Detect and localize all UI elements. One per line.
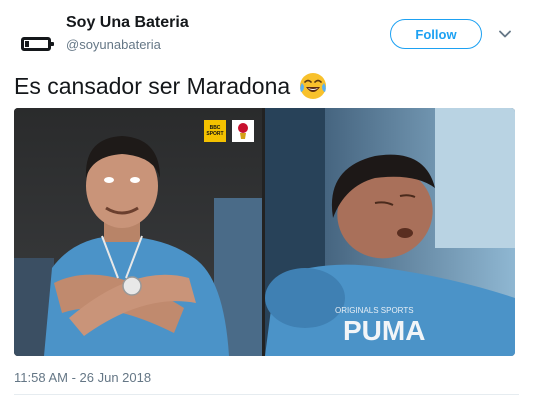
tweet-timestamp[interactable]: 11:58 AM - 26 Jun 2018 bbox=[14, 370, 151, 385]
tweet-card: Soy Una Bateria @soyunabateria Follow Es… bbox=[0, 0, 533, 400]
chevron-down-icon[interactable] bbox=[497, 26, 513, 42]
tweet-text: Es cansador ser Maradona bbox=[14, 72, 291, 99]
sport-logo-text: SPORT bbox=[206, 131, 224, 137]
tweet-text-row: Es cansador ser Maradona bbox=[14, 71, 328, 101]
tweet-media[interactable]: BBC SPORT ORIGINALS SPORTS PUMA bbox=[14, 108, 515, 356]
author-handle[interactable]: @soyunabateria bbox=[66, 37, 161, 52]
shirt-text-main: PUMA bbox=[343, 315, 425, 346]
face-with-tears-of-joy-emoji bbox=[300, 73, 327, 99]
photo-maradona-crossed-arms[interactable]: BBC SPORT bbox=[14, 108, 262, 356]
author-display-name[interactable]: Soy Una Bateria bbox=[66, 14, 189, 32]
photo-maradona-asleep[interactable]: ORIGINALS SPORTS PUMA bbox=[265, 108, 515, 356]
battery-icon bbox=[21, 37, 54, 51]
world-cup-2018-logo bbox=[232, 120, 254, 142]
bbc-sport-logo: BBC SPORT bbox=[204, 120, 226, 142]
divider bbox=[14, 394, 519, 395]
follow-button[interactable]: Follow bbox=[390, 19, 482, 49]
avatar[interactable] bbox=[14, 22, 58, 66]
broadcast-logos: BBC SPORT bbox=[204, 120, 254, 142]
shirt-text-top: ORIGINALS SPORTS bbox=[335, 306, 414, 315]
